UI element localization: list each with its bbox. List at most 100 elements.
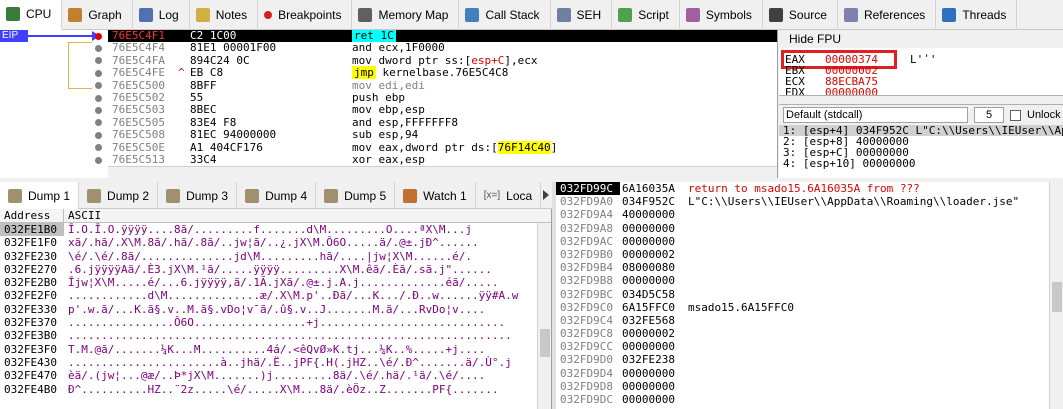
dump-row[interactable]: 032FE3B0................................… (0, 329, 551, 342)
tab-source[interactable]: Source (763, 0, 838, 30)
tab-memory-map[interactable]: Memory Map (352, 0, 460, 30)
stack-row[interactable]: 032FD9B8 00000000 (556, 274, 1063, 287)
stack-row[interactable]: 032FD9B0 00000002 (556, 248, 1063, 261)
stack-row[interactable]: 032FD9DC 00000000 (556, 393, 1063, 406)
stack-row[interactable]: 032FD9A8 00000000 (556, 222, 1063, 235)
gutter-dot-icon[interactable] (95, 106, 102, 114)
eip-marker: EIP (0, 30, 28, 42)
stack-view[interactable]: 032FD99C 6A16035A return to msado15.6A1603… (556, 182, 1063, 409)
gutter-dot-icon[interactable] (95, 131, 102, 139)
stack-row[interactable]: 032FD9C0 6A15FFC0 msado15.6A15FFC0 (556, 301, 1063, 314)
gutter-dot-icon[interactable] (95, 119, 102, 127)
stack-value: 032FE238 (622, 353, 675, 367)
dump-view[interactable]: Address ASCII 032FE1B0 Ī.O.Ī.O.ÿÿÿÿ....8ã… (0, 209, 552, 409)
gutter-dot-icon[interactable] (95, 94, 102, 102)
stack-address: 032FD9C4 (560, 313, 613, 327)
dump-address: 032FE3B0 (4, 329, 57, 343)
stack-row[interactable]: 032FD9C4 032FE568 (556, 314, 1063, 327)
stack-row[interactable]: 032FD9C8 00000002 (556, 327, 1063, 340)
dump-row[interactable]: 032FE230 \é/.\é/.8ã/..............jd\M...… (0, 250, 551, 263)
calling-convention-select[interactable]: Default (stdcall) (783, 107, 968, 123)
dump-tab-dump-4[interactable]: Dump 4 (237, 182, 317, 209)
gutter-dot-icon[interactable] (95, 44, 102, 52)
seh-icon (556, 8, 571, 22)
instruction-address: 76E5C4FE (112, 66, 165, 80)
tab-scroll-right-icon[interactable] (543, 190, 549, 200)
disasm-row[interactable]: 76E5C503 8BEC mov ebp,esp (108, 103, 777, 116)
stack-row[interactable]: 032FD9D0 032FE238 (556, 353, 1063, 366)
stack-row[interactable]: 032FD9D4 00000000 (556, 367, 1063, 380)
dump-row[interactable]: 032FE1F0 xã/.hã/.X\M.8ã/.hã/.8ã/..jw¦ã/..… (0, 236, 551, 249)
tab-cpu[interactable]: CPU (0, 0, 63, 30)
dump-row[interactable]: 032FE430 .......................à..jhä/.Ë… (0, 356, 551, 369)
breakpoint-dot-icon[interactable] (95, 32, 102, 40)
dump-row[interactable]: 032FE370 ................Ô6O.............… (0, 316, 551, 329)
disassembly-view[interactable]: EIP 76E5C4F1 C2 1C00 ret 1C 76E5C4F4 81E1 00… (0, 30, 778, 178)
tab-call-stack[interactable]: Call Stack (459, 0, 551, 30)
dump-tab-bar: Dump 1 Dump 2 Dump 3 Dump 4 Dump 5 Watch 1 [x=… (0, 182, 552, 209)
gutter-dot-icon[interactable] (95, 144, 102, 152)
hide-fpu-button[interactable]: Hide FPU (779, 30, 1063, 48)
graph-icon (68, 8, 83, 22)
stack-row[interactable]: 032FD9A4 40000000 (556, 208, 1063, 221)
stack-row[interactable]: 032FD99C 6A16035A return to msado15.6A1603… (556, 182, 1063, 196)
stack-comment (684, 208, 688, 221)
ascii-column-header[interactable]: ASCII (64, 209, 101, 222)
gutter-dot-icon[interactable] (95, 82, 102, 90)
dump-row[interactable]: 032FE1B0 Ī.O.Ī.O.ÿÿÿÿ....8ã/.........f...… (0, 223, 551, 237)
dump-scroll-thumb[interactable] (540, 329, 550, 357)
dump-tab-loca[interactable]: [x=] Loca (476, 182, 542, 209)
dump-tab-dump-3[interactable]: Dump 3 (158, 182, 238, 209)
stack-row[interactable]: 032FD9A0 034F952C L"C:\\Users\\IEUser\\App… (556, 195, 1063, 208)
stack-value: 00000000 (622, 366, 675, 380)
stack-row[interactable]: 032FD9CC 00000000 (556, 340, 1063, 353)
registers-panel: Hide FPU EAX 00000374 L'ʹ' EBX 00000002 ECX 88… (779, 30, 1063, 96)
disasm-row[interactable]: 76E5C513 33C4 xor eax,esp (108, 153, 777, 166)
dump-ascii: ........................................… (68, 329, 512, 343)
dump-tab-watch-1[interactable]: Watch 1 (395, 182, 476, 209)
dump-tab-dump-1[interactable]: Dump 1 (0, 182, 80, 209)
dump-tab-dump-2[interactable]: Dump 2 (79, 182, 159, 209)
stack-scroll-thumb[interactable] (1052, 282, 1062, 312)
dump-vertical-scrollbar[interactable] (537, 223, 551, 409)
dump-row[interactable]: 032FE2F0 ............d\M..............æ/.… (0, 289, 551, 302)
arguments-panel: Default (stdcall) 5 Unlock 1: [esp+4] 03… (779, 104, 1063, 178)
tab-seh[interactable]: SEH (551, 0, 613, 30)
gutter-dot-icon[interactable] (95, 156, 102, 164)
stack-comment (684, 327, 688, 340)
dump-row[interactable]: 032FE470 èä/.(jw¦...@æ/..Þ*jX\M.......)j.… (0, 369, 551, 382)
disasm-row[interactable]: 76E5C500 8BFF mov edi,edi (108, 79, 777, 92)
tab-script[interactable]: Script (612, 0, 680, 30)
disassembly-horizontal-scrollbar[interactable] (108, 166, 777, 178)
address-column-header[interactable]: Address (0, 209, 64, 222)
register-value[interactable]: 00000000 (825, 86, 878, 96)
register-edx[interactable]: EDX 00000000 (785, 87, 878, 96)
argument-row[interactable]: 4: [esp+10] 00000000 (779, 158, 1063, 169)
unlock-checkbox[interactable] (1010, 109, 1021, 121)
dump-row[interactable]: 032FE2B0 Ījw¦X\M.....é/...6.jÿÿÿÿ,ã/.1Ã.j… (0, 276, 551, 289)
stack-rows: 032FD99C 6A16035A return to msado15.6A1603… (556, 182, 1063, 406)
dump-row[interactable]: 032FE4B0 Ð^..........HZ..¨2z.....\é/.....… (0, 383, 551, 396)
argument-count-spinner[interactable]: 5 (974, 107, 1004, 123)
stack-vertical-scrollbar[interactable] (1049, 182, 1063, 409)
dump-row[interactable]: 032FE270 .6.jÿÿÿÿAã/.È3.jX\M.¹ã/.....ÿÿÿÿ… (0, 263, 551, 276)
gutter-dot-icon[interactable] (95, 57, 102, 65)
stack-address: 032FD9AC (560, 234, 613, 248)
tab-threads[interactable]: Threads (936, 0, 1018, 30)
dump-row[interactable]: 032FE330 p'.w.ã/...K.ã§.v..M.ã§.vDo¦v¯ã/.… (0, 303, 551, 316)
stack-row[interactable]: 032FD9AC 00000000 (556, 235, 1063, 248)
disasm-row[interactable]: 76E5C4FE EB C8 ^ jmp kernelbase.76E5C4C8 (108, 66, 777, 80)
stack-row[interactable]: 032FD9BC 034D5C58 (556, 288, 1063, 301)
stack-row[interactable]: 032FD9D8 00000000 (556, 380, 1063, 393)
tab-references[interactable]: References (838, 0, 937, 30)
tab-symbols[interactable]: Symbols (680, 0, 763, 30)
tab-breakpoints[interactable]: Breakpoints (258, 0, 353, 30)
stack-row[interactable]: 032FD9B4 08000080 (556, 261, 1063, 274)
tab-log[interactable]: Log (133, 0, 190, 30)
gutter-dot-icon[interactable] (95, 69, 102, 77)
dump-tab-dump-5[interactable]: Dump 5 (316, 182, 396, 209)
dump-row[interactable]: 032FE3F0 T.M.@ã/.......¼K...M..........4á… (0, 343, 551, 356)
tab-notes[interactable]: Notes (190, 0, 259, 30)
stack-comment (684, 288, 688, 301)
tab-graph[interactable]: Graph (62, 0, 133, 30)
